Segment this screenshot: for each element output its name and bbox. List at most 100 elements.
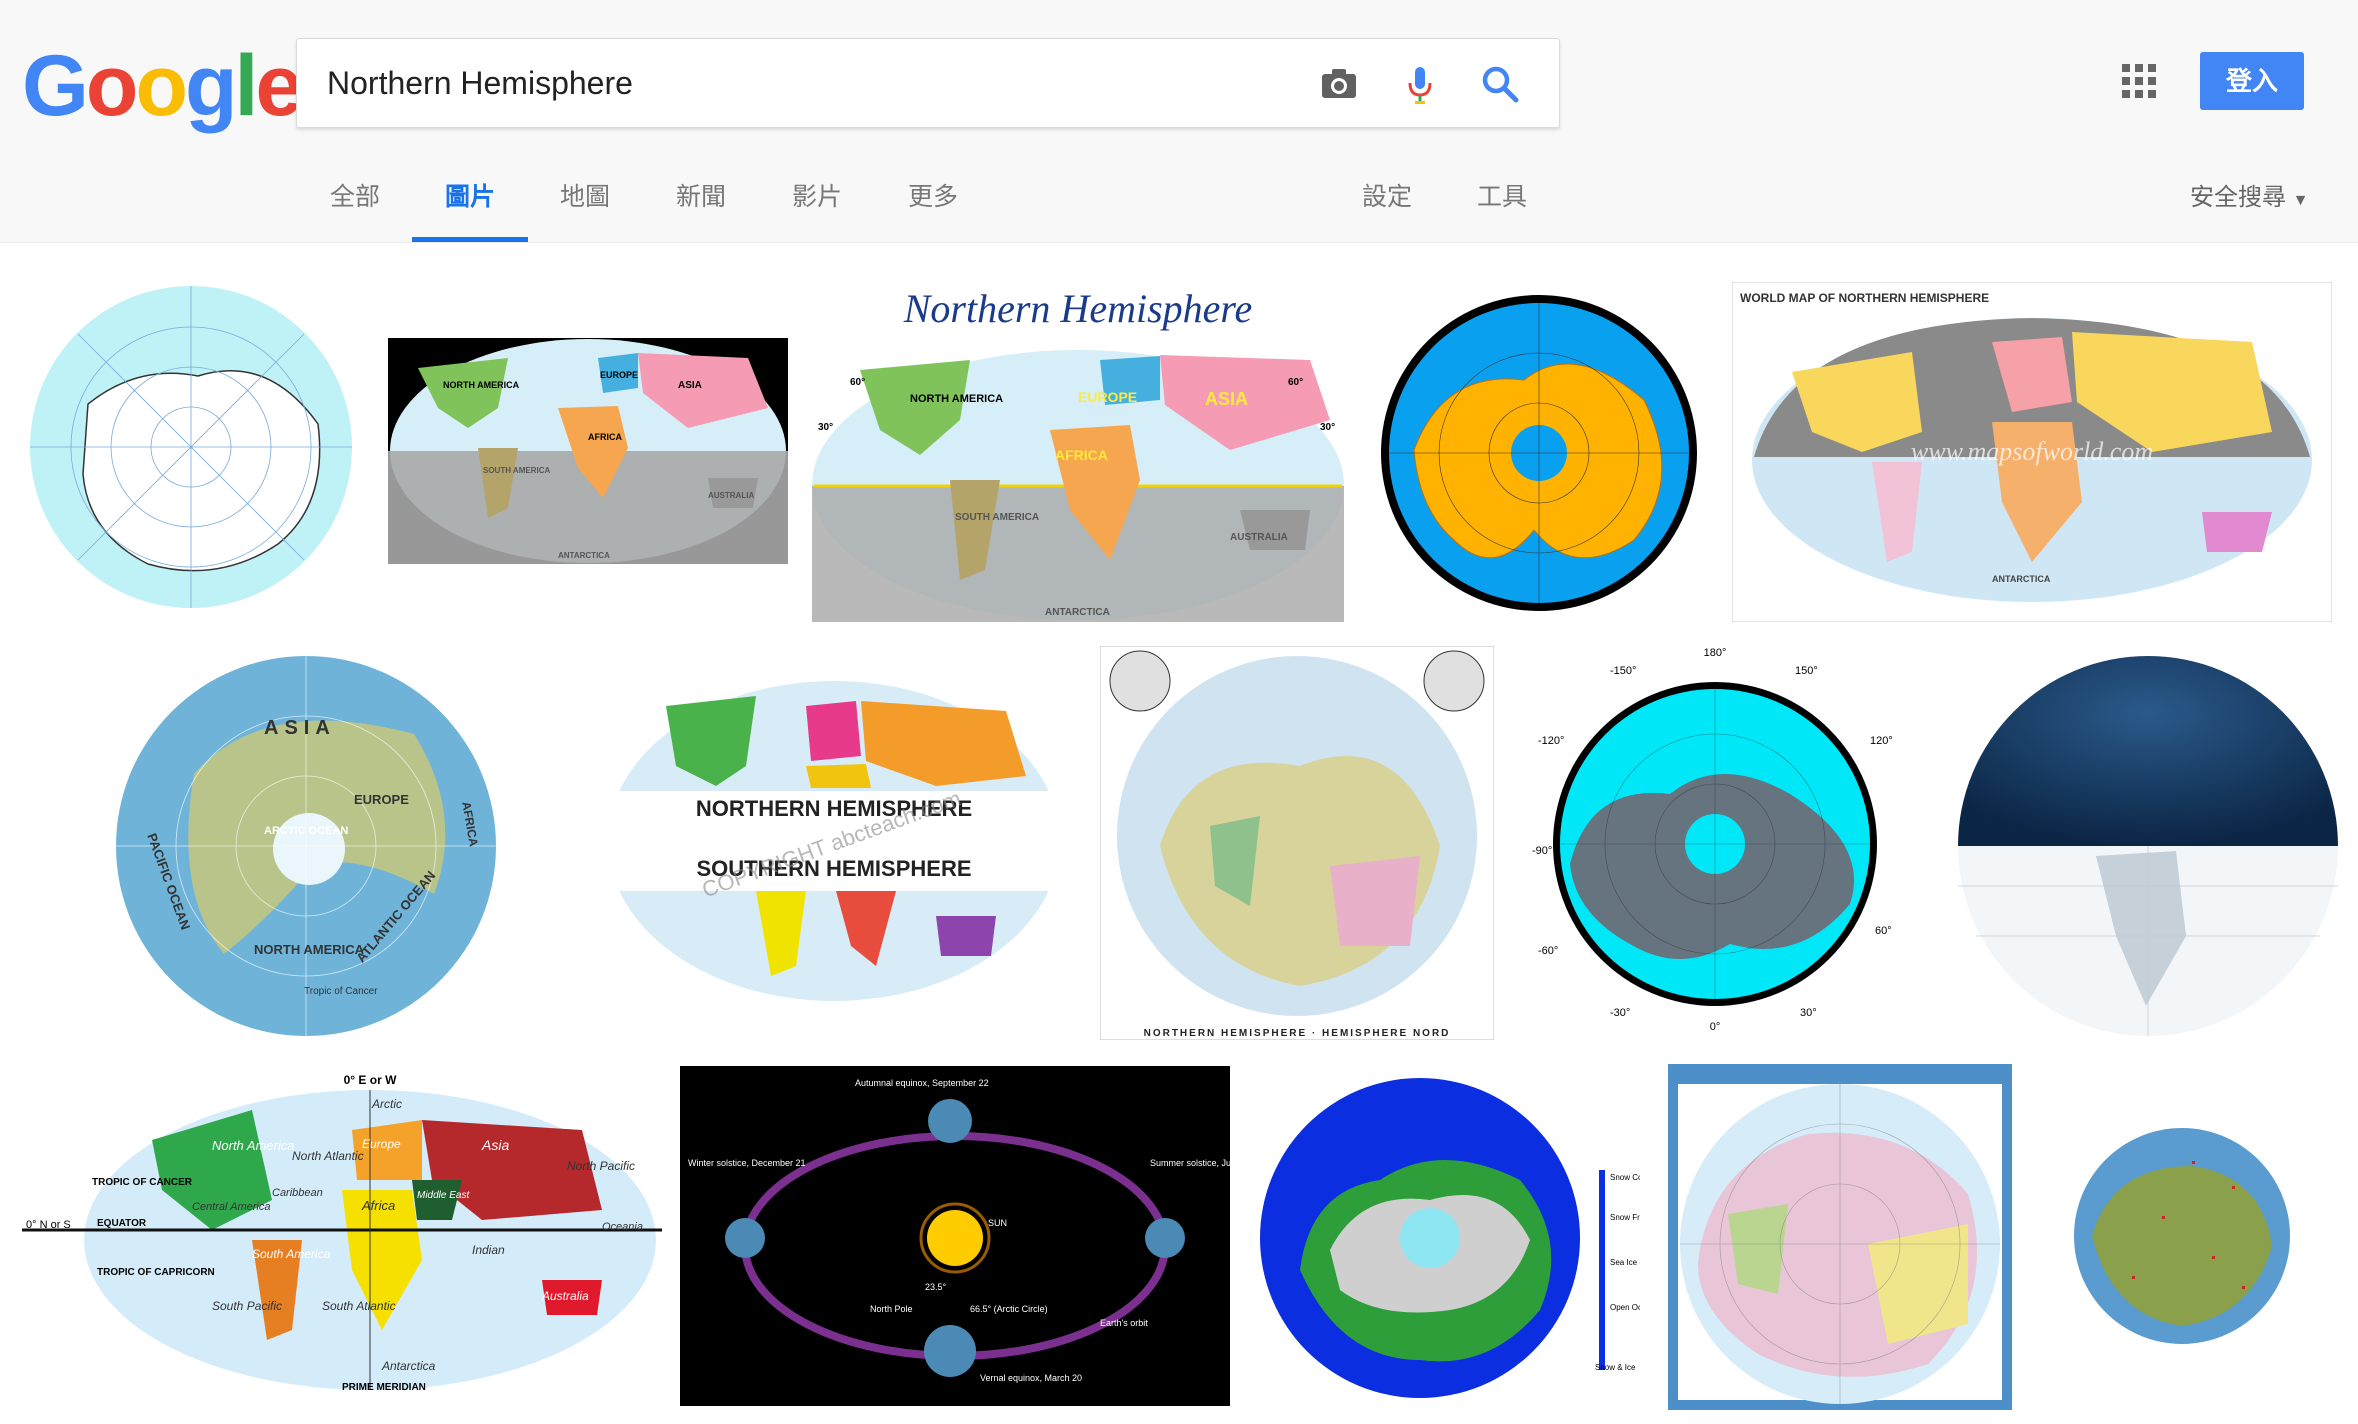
safesearch-dropdown[interactable]: 安全搜尋 ▼: [2190, 177, 2309, 212]
map-title: Northern Hemisphere: [903, 286, 1252, 331]
degree-label: -30°: [1610, 1007, 1630, 1019]
map-label: AUSTRALIA: [708, 491, 754, 500]
diagram-label: Autumnal equinox, September 22: [855, 1078, 989, 1088]
degree-label: -90°: [1532, 845, 1552, 857]
result-image-5[interactable]: WORLD MAP OF NORTHERN HEMISPHERE www.map…: [1732, 282, 2332, 622]
map-label: PRIME MERIDIAN: [342, 1382, 426, 1393]
degree-label: 120°: [1870, 735, 1893, 747]
map-label: Europe: [362, 1137, 401, 1151]
result-image-15[interactable]: [2032, 1106, 2332, 1356]
microphone-icon[interactable]: [1393, 57, 1447, 111]
legend-label: Snow Cover: [1610, 1173, 1640, 1182]
map-label: AUSTRALIA: [1230, 532, 1288, 543]
tab-videos[interactable]: 影片: [780, 160, 854, 242]
degree-label: 150°: [1795, 665, 1818, 677]
degree-label: 30°: [1800, 1007, 1817, 1019]
logo-letter: l: [234, 38, 259, 134]
degree-label: 0°: [1710, 1021, 1721, 1033]
map-label: NORTH AMERICA: [254, 942, 365, 957]
caret-down-icon: ▼: [2292, 192, 2309, 209]
map-label: North Pacific: [567, 1159, 635, 1173]
map-label: Asia: [481, 1137, 509, 1153]
result-image-8[interactable]: NORTHERN HEMISPHERE · HEMISPHERE NORD: [1100, 646, 1494, 1040]
map-label: ANTARCTICA: [558, 551, 610, 560]
map-label: Australia: [541, 1289, 589, 1303]
tab-more[interactable]: 更多: [896, 160, 970, 242]
map-label: AFRICA: [1055, 447, 1108, 463]
degree-label: -120°: [1538, 735, 1564, 747]
result-image-13[interactable]: Snow Cover Snow Free Sea Ice (>15%) Open…: [1260, 1070, 1640, 1406]
map-label: ANTARCTICA: [1045, 607, 1110, 618]
map-label: ASIA: [264, 717, 336, 739]
camera-icon[interactable]: [1312, 57, 1366, 111]
map-label: Central America: [192, 1201, 270, 1213]
sign-in-button[interactable]: 登入: [2200, 52, 2304, 110]
map-label: AFRICA: [588, 432, 622, 442]
map-label: North America: [212, 1138, 295, 1153]
map-label: North Atlantic: [292, 1149, 364, 1163]
tab-all[interactable]: 全部: [318, 160, 392, 242]
search-box[interactable]: Northern Hemisphere: [296, 38, 1560, 128]
map-label: SOUTH AMERICA: [955, 512, 1039, 523]
degree-label: 30°: [1320, 422, 1335, 433]
result-image-12[interactable]: Autumnal equinox, September 22 Winter so…: [680, 1066, 1230, 1406]
search-input[interactable]: Northern Hemisphere: [327, 39, 633, 127]
legend-label: Sea Ice (>15%): [1610, 1258, 1640, 1267]
logo-letter: o: [85, 38, 139, 134]
tab-images[interactable]: 圖片: [412, 160, 528, 242]
map-label: Oceania: [602, 1221, 643, 1233]
legend-label: Open Ocean: [1610, 1303, 1640, 1312]
diagram-label: Winter solstice, December 21: [688, 1158, 806, 1168]
degree-label: -60°: [1538, 945, 1558, 957]
diagram-label: 66.5° (Arctic Circle): [970, 1304, 1048, 1314]
map-label: EUROPE: [1078, 389, 1137, 405]
map-label: ASIA: [678, 380, 702, 391]
google-logo[interactable]: Google: [22, 36, 303, 136]
safesearch-label: 安全搜尋: [2190, 184, 2286, 211]
legend-label: Snow & Ice: [1595, 1363, 1636, 1372]
map-label: South Pacific: [212, 1299, 282, 1313]
settings-link[interactable]: 設定: [1350, 160, 1424, 242]
degree-label: 60°: [1875, 925, 1892, 937]
map-label: 0° N or S: [26, 1219, 71, 1231]
degree-label: 180°: [1704, 647, 1727, 659]
logo-letter: o: [135, 38, 188, 134]
result-image-11[interactable]: 0° E or W Arctic North America North Atl…: [22, 1070, 662, 1400]
result-image-9[interactable]: 180° 150° 120° -150° -120° -90° -60° 60°…: [1530, 644, 1900, 1034]
result-image-10[interactable]: [1936, 646, 2358, 1040]
grid-icon[interactable]: [2122, 64, 2156, 98]
result-image-7[interactable]: NORTHERN HEMISPHERE SOUTHERN HEMISPHERE …: [606, 676, 1062, 1006]
map-label: SOUTH AMERICA: [483, 466, 550, 475]
result-image-6[interactable]: ASIA EUROPE ARCTIC OCEAN PACIFIC OCEAN A…: [114, 654, 498, 1038]
result-image-14[interactable]: [1668, 1064, 2012, 1410]
tools-link[interactable]: 工具: [1465, 160, 1539, 242]
logo-letter: g: [185, 38, 238, 134]
search-icon[interactable]: [1473, 57, 1527, 111]
result-image-3[interactable]: Northern Hemisphere NORTH AMERICA EUROPE…: [810, 280, 1346, 622]
result-image-2[interactable]: NORTH AMERICA EUROPE ASIA AFRICA SOUTH A…: [388, 338, 788, 564]
map-label: ANTARCTICA: [1992, 574, 2051, 584]
diagram-label: SUN: [988, 1218, 1007, 1228]
map-label: EUROPE: [600, 370, 638, 380]
diagram-label: North Pole: [870, 1304, 913, 1314]
tab-news[interactable]: 新聞: [664, 160, 738, 242]
diagram-label: Summer solstice, June 21: [1150, 1158, 1230, 1168]
result-image-1[interactable]: [28, 284, 354, 610]
degree-label: 60°: [850, 377, 865, 388]
logo-letter: G: [22, 38, 89, 134]
diagram-label: Vernal equinox, March 20: [980, 1373, 1082, 1383]
map-caption: NORTHERN HEMISPHERE · HEMISPHERE NORD: [1144, 1028, 1451, 1039]
map-label: Africa: [361, 1198, 395, 1213]
map-label: Middle East: [417, 1190, 470, 1201]
header-bar: Google Northern Hemisphere 登入 全部 圖片 地圖 新…: [0, 0, 2358, 243]
result-image-4[interactable]: [1374, 280, 1704, 622]
map-label: South Atlantic: [322, 1299, 396, 1313]
degree-label: -150°: [1610, 665, 1636, 677]
map-label: ARCTIC OCEAN: [264, 825, 348, 837]
map-label: Tropic of Cancer: [304, 986, 378, 997]
tab-maps[interactable]: 地圖: [548, 160, 622, 242]
watermark: www.mapsofworld.com: [1911, 437, 2153, 466]
map-label: EUROPE: [354, 792, 409, 807]
diagram-label: Earth's orbit: [1100, 1318, 1148, 1328]
logo-letter: e: [255, 38, 303, 134]
